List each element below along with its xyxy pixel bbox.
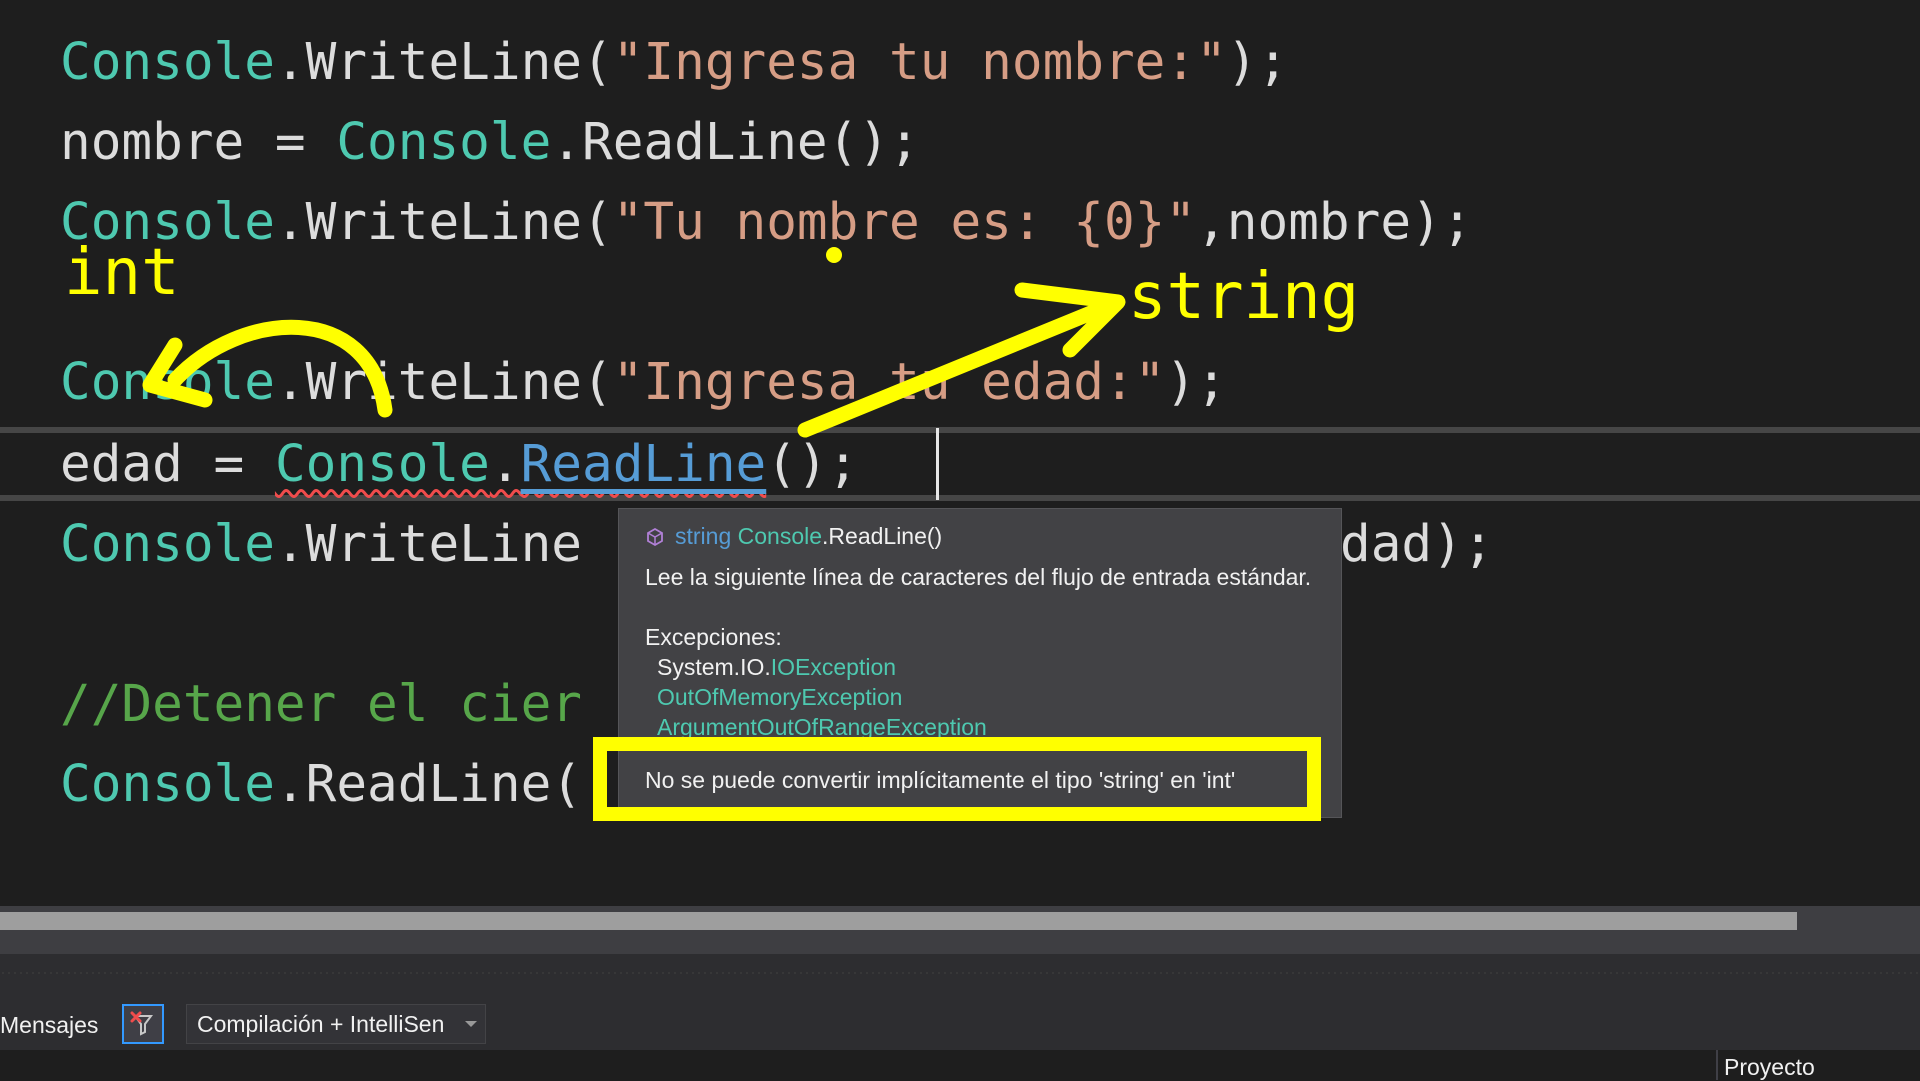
panel-splitter[interactable]: [0, 970, 1920, 976]
exception-item: OutOfMemoryException: [657, 684, 902, 711]
horizontal-scrollbar-thumb[interactable]: [0, 912, 1797, 930]
build-scope-value: Compilación + IntelliSen: [197, 1010, 445, 1037]
exception-link[interactable]: OutOfMemoryException: [657, 684, 902, 710]
column-divider[interactable]: [1716, 1050, 1718, 1080]
messages-filter-button[interactable]: Mensajes: [0, 1012, 98, 1039]
build-scope-dropdown[interactable]: Compilación + IntelliSen: [186, 1004, 486, 1044]
project-column-header[interactable]: Proyecto: [1724, 1054, 1815, 1081]
method-cube-icon: [647, 527, 663, 546]
exception-item: System.IO.IOException: [657, 654, 897, 680]
signature-method: .ReadLine(): [822, 523, 943, 549]
chevron-down-icon: [465, 1021, 477, 1027]
tooltip-signature: string Console.ReadLine(): [645, 523, 942, 550]
exception-link[interactable]: IOException: [771, 654, 896, 680]
annotation-dot: [826, 247, 842, 263]
annotation-highlight-box: [593, 737, 1321, 821]
tooltip-description: Lee la siguiente línea de caracteres del…: [645, 564, 1312, 590]
tooltip-exceptions-header: Excepciones:: [645, 624, 782, 650]
annotation-straight-arrow-string: [797, 298, 1116, 438]
filter-clear-icon: [130, 1011, 153, 1036]
signature-class-link[interactable]: Console: [738, 523, 822, 549]
signature-return-type: string: [675, 523, 732, 549]
filter-clear-button[interactable]: [122, 1004, 164, 1044]
error-list-header-row: Proyecto: [0, 1050, 1920, 1080]
code-editor[interactable]: Console.WriteLine("Ingresa tu nombre:");…: [0, 0, 1920, 905]
